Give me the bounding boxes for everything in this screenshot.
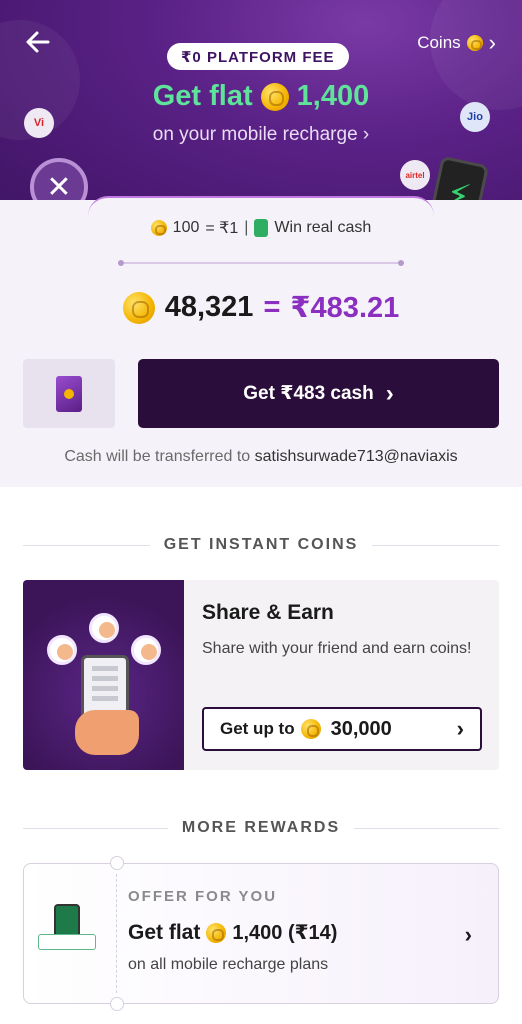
- cash-icon: [254, 219, 269, 237]
- card-icon: [56, 375, 82, 412]
- chevron-right-icon: ›: [362, 124, 370, 145]
- offer-title-amount: 1,400 (₹14): [232, 922, 338, 944]
- share-get-coins-button[interactable]: Get up to 30,000 ›: [202, 707, 482, 751]
- platform-fee-pill: ₹0 PLATFORM FEE: [167, 43, 349, 70]
- offer-label: OFFER FOR YOU: [128, 888, 278, 905]
- divider: [118, 260, 404, 266]
- balance-coins: 48,321: [164, 291, 254, 323]
- share-button-amount: 30,000: [330, 717, 392, 740]
- ticket-notch: [110, 856, 124, 870]
- offer-title: Get flat 1,400 (₹14): [128, 920, 337, 945]
- section-heading-label: GET INSTANT COINS: [163, 536, 359, 553]
- recharge-offer-card[interactable]: OFFER FOR YOU Get flat 1,400 (₹14) on al…: [23, 856, 499, 1011]
- hero-title-prefix: Get flat: [152, 80, 253, 112]
- rate-coins: 100: [172, 219, 200, 236]
- airtel-logo-icon: airtel: [400, 160, 430, 190]
- balance-rupees: ₹483.21: [290, 292, 400, 324]
- share-button-label: Get up to: [220, 719, 295, 738]
- rate-note: Win real cash: [274, 219, 372, 236]
- section-heading-instant-coins: GET INSTANT COINS: [23, 536, 499, 554]
- coin-icon: [300, 719, 321, 739]
- coin-icon: [206, 922, 227, 943]
- get-cash-button[interactable]: Get ₹483 cash ›: [138, 359, 499, 428]
- share-title: Share & Earn: [202, 601, 334, 624]
- hero-title-amount: 1,400: [296, 80, 370, 112]
- offer-subtitle: on all mobile recharge plans: [128, 956, 329, 973]
- section-heading-more-rewards: MORE REWARDS: [23, 819, 499, 837]
- chevron-right-icon: ›: [464, 922, 472, 947]
- ticket-notch: [110, 997, 124, 1011]
- coin-icon: [122, 291, 155, 324]
- hand-icon: [75, 710, 139, 755]
- friend-avatar-icon: [47, 635, 77, 665]
- conversion-panel: [0, 200, 522, 487]
- transfer-upi-id: satishsurwade713@naviaxis: [254, 448, 458, 465]
- recharge-offer-icon: [34, 904, 100, 962]
- coins-link-label: Coins: [417, 33, 461, 52]
- section-heading-label: MORE REWARDS: [181, 819, 341, 836]
- rate-separator: |: [244, 219, 249, 236]
- chevron-right-icon: ›: [488, 30, 496, 55]
- share-illustration: [23, 580, 184, 770]
- chevron-right-icon: ›: [456, 716, 464, 741]
- friend-avatar-icon: [131, 635, 161, 665]
- share-earn-card[interactable]: Share & Earn Share with your friend and …: [23, 580, 499, 770]
- jio-logo-icon: Jio: [460, 102, 490, 132]
- ticket-divider: [116, 874, 117, 993]
- coin-icon: [260, 82, 289, 111]
- get-cash-label: Get ₹483 cash: [243, 383, 374, 404]
- transfer-prefix: Cash will be transferred to: [64, 448, 251, 465]
- share-description: Share with your friend and earn coins!: [202, 640, 472, 657]
- chevron-right-icon: ›: [385, 379, 394, 407]
- coins-link[interactable]: Coins ›: [417, 30, 496, 56]
- coin-balance: 48,321 = ₹483.21: [0, 290, 522, 325]
- balance-equals: =: [263, 291, 281, 323]
- conversion-rate: 100 = ₹1 | Win real cash: [0, 218, 522, 238]
- rate-equals: = ₹1: [205, 220, 239, 237]
- transfer-note: Cash will be transferred to satishsurwad…: [0, 448, 522, 466]
- hero-subtitle-link[interactable]: on your mobile recharge ›: [0, 124, 522, 146]
- hero-subtitle: on your mobile recharge: [152, 124, 358, 145]
- coin-icon: [466, 35, 483, 51]
- back-arrow-icon[interactable]: [22, 26, 54, 58]
- offer-title-prefix: Get flat: [128, 920, 201, 944]
- friend-avatar-icon: [89, 613, 119, 643]
- bank-card-thumbnail[interactable]: [23, 359, 115, 428]
- vi-logo-icon: Vi: [24, 108, 54, 138]
- hero-title: Get flat 1,400: [0, 80, 522, 113]
- coin-icon: [150, 220, 167, 236]
